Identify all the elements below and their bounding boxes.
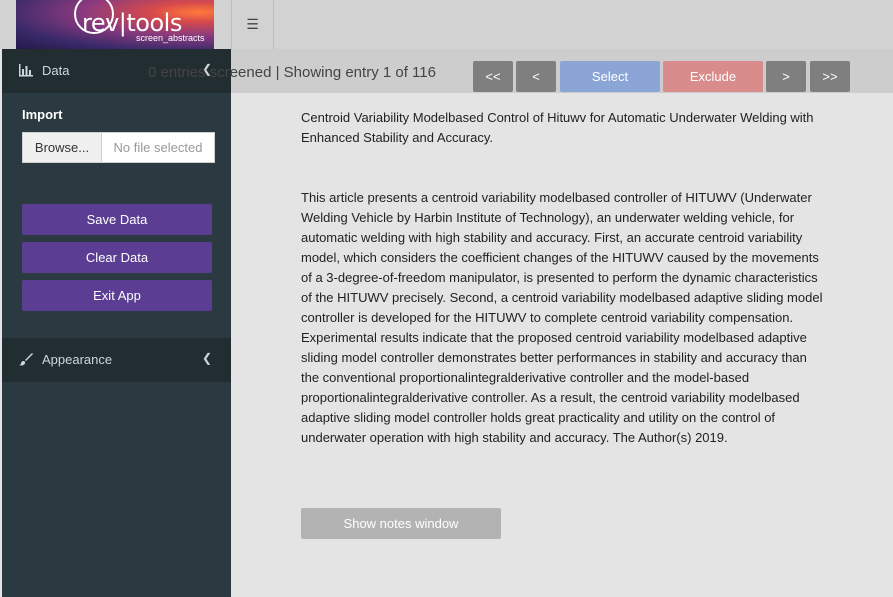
show-notes-button[interactable]: Show notes window [301, 508, 501, 539]
entry-abstract: This article presents a centroid variabi… [301, 190, 823, 445]
sidebar-item-label: Appearance [42, 352, 113, 367]
screening-status: 0 entries screened | Showing entry 1 of … [148, 64, 436, 81]
sidebar-toggle-button[interactable]: ☰ [231, 0, 274, 49]
revtools-logo: rev|tools screen_abstracts [16, 0, 214, 49]
entry-title: Centroid Variability Modelbased Control … [301, 110, 814, 145]
sidebar-item-appearance[interactable]: Appearance ❮ [2, 338, 231, 382]
save-data-button[interactable]: Save Data [22, 204, 212, 235]
sidebar-item-label: Data [42, 63, 70, 78]
paintbrush-icon [19, 353, 33, 366]
previous-entry-button[interactable]: < [516, 61, 556, 92]
sidebar: Data ❮ Import Browse... No file selected… [2, 49, 231, 597]
bar-chart-icon [19, 64, 33, 77]
exclude-button[interactable]: Exclude [663, 61, 763, 92]
import-label: Import [22, 107, 63, 122]
file-name-field: No file selected [113, 140, 203, 155]
chevron-left-icon: ❮ [201, 351, 212, 365]
entry-panel: Centroid Variability Modelbased Control … [301, 108, 823, 448]
select-button[interactable]: Select [560, 61, 660, 92]
clear-data-button[interactable]: Clear Data [22, 242, 212, 273]
exit-app-button[interactable]: Exit App [22, 280, 212, 311]
first-entry-button[interactable]: << [473, 61, 513, 92]
browse-button[interactable]: Browse... [23, 133, 102, 162]
top-navbar: rev|tools screen_abstracts ☰ [0, 0, 893, 49]
hamburger-icon: ☰ [246, 16, 259, 33]
last-entry-button[interactable]: >> [810, 61, 850, 92]
file-input[interactable]: Browse... No file selected [22, 132, 215, 163]
next-entry-button[interactable]: > [766, 61, 806, 92]
logo-subtitle: screen_abstracts [136, 33, 205, 43]
